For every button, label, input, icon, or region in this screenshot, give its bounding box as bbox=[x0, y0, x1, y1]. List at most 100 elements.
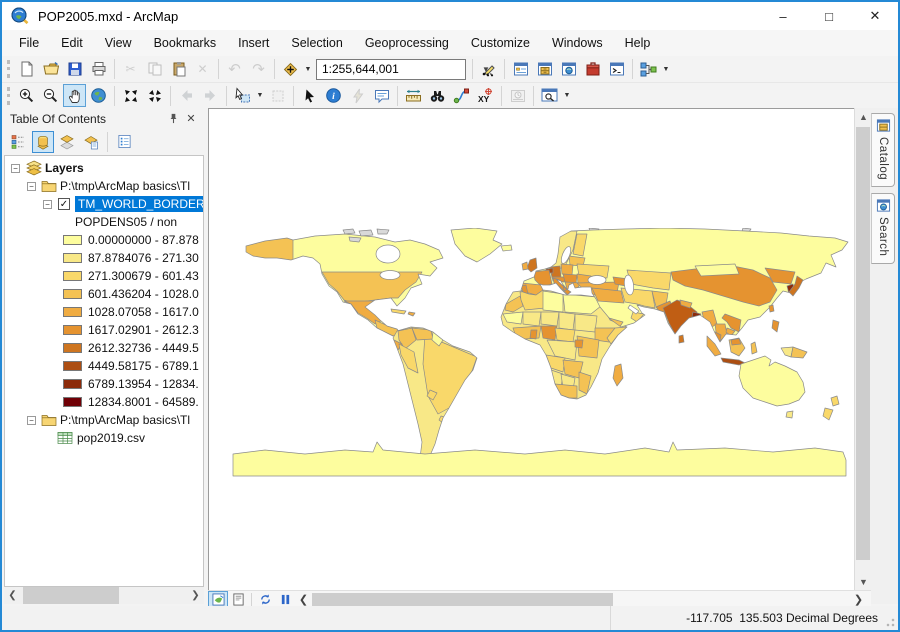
clear-selection-icon[interactable] bbox=[266, 84, 289, 107]
open-folder-icon[interactable] bbox=[39, 58, 62, 81]
zoom-out-icon[interactable] bbox=[39, 84, 62, 107]
redo-icon[interactable]: ↷ bbox=[247, 58, 270, 81]
find-route-icon[interactable] bbox=[450, 84, 473, 107]
add-data-icon[interactable] bbox=[279, 58, 302, 81]
scroll-right-icon[interactable]: ❯ bbox=[187, 587, 204, 604]
forward-icon[interactable] bbox=[199, 84, 222, 107]
editor-pencil-icon[interactable] bbox=[477, 58, 500, 81]
map-canvas[interactable] bbox=[208, 108, 854, 590]
arctoolbox-icon[interactable] bbox=[581, 58, 604, 81]
collapse-expander-icon[interactable]: − bbox=[11, 164, 20, 173]
scroll-thumb[interactable] bbox=[856, 127, 870, 560]
minimize-button[interactable]: – bbox=[760, 2, 806, 30]
hyperlink-icon[interactable] bbox=[346, 84, 369, 107]
menu-customize[interactable]: Customize bbox=[460, 32, 541, 54]
scroll-left-icon[interactable]: ❮ bbox=[4, 587, 21, 604]
fixed-zoom-out-icon[interactable] bbox=[143, 84, 166, 107]
maximize-button[interactable]: □ bbox=[806, 2, 852, 30]
undo-icon[interactable]: ↶ bbox=[223, 58, 246, 81]
identify-icon[interactable]: i bbox=[322, 84, 345, 107]
viewer-window-icon[interactable] bbox=[538, 84, 561, 107]
scroll-thumb[interactable] bbox=[23, 587, 119, 604]
dock-tab-search[interactable]: Search bbox=[871, 193, 895, 263]
collapse-expander-icon[interactable]: − bbox=[27, 182, 36, 191]
menu-edit[interactable]: Edit bbox=[50, 32, 94, 54]
python-window-icon[interactable] bbox=[605, 58, 628, 81]
collapse-expander-icon[interactable]: − bbox=[43, 200, 52, 209]
time-slider-icon[interactable] bbox=[506, 84, 529, 107]
dock-tab-catalog[interactable]: Catalog bbox=[871, 113, 895, 187]
legend-row: 12834.8001 - 64589. bbox=[63, 393, 199, 411]
measure-icon[interactable] bbox=[402, 84, 425, 107]
full-extent-icon[interactable] bbox=[87, 84, 110, 107]
select-elements-icon[interactable] bbox=[298, 84, 321, 107]
legend-row: 601.436204 - 1028.0 bbox=[63, 285, 199, 303]
resize-grip[interactable] bbox=[885, 617, 895, 627]
class-swatch bbox=[63, 325, 82, 335]
scroll-down-icon[interactable]: ▼ bbox=[855, 573, 872, 590]
toolbar-options-chevron[interactable]: ▼ bbox=[661, 58, 671, 81]
close-icon[interactable]: ✕ bbox=[182, 111, 200, 127]
toolbar-grip[interactable] bbox=[7, 60, 12, 78]
layer-label[interactable]: TM_WORLD_BORDER bbox=[75, 196, 204, 212]
scale-combo[interactable]: ▼ bbox=[316, 59, 466, 80]
back-icon[interactable] bbox=[175, 84, 198, 107]
tree-item-group2[interactable]: − P:\tmp\ArcMap basics\Tl bbox=[27, 411, 190, 429]
fixed-zoom-in-icon[interactable] bbox=[119, 84, 142, 107]
list-by-drawing-order-icon[interactable] bbox=[8, 131, 30, 153]
menu-geoprocessing[interactable]: Geoprocessing bbox=[354, 32, 460, 54]
copy-icon[interactable] bbox=[143, 58, 166, 81]
scroll-up-icon[interactable]: ▲ bbox=[855, 108, 872, 125]
new-document-icon[interactable] bbox=[15, 58, 38, 81]
cut-icon[interactable]: ✂ bbox=[119, 58, 142, 81]
save-icon[interactable] bbox=[63, 58, 86, 81]
select-features-icon[interactable] bbox=[231, 84, 254, 107]
tree-item-layer[interactable]: − ✓ TM_WORLD_BORDER bbox=[43, 195, 204, 213]
toc-horizontal-scrollbar[interactable]: ❮ ❯ bbox=[4, 587, 204, 604]
arcmap-app-icon bbox=[10, 6, 30, 26]
dock-tab-strip: Catalog Search bbox=[871, 108, 898, 604]
tree-item-group1[interactable]: − P:\tmp\ArcMap basics\Tl bbox=[27, 177, 190, 195]
collapse-expander-icon[interactable]: − bbox=[27, 416, 36, 425]
list-by-selection-icon[interactable] bbox=[80, 131, 102, 153]
pin-icon[interactable] bbox=[164, 111, 182, 127]
layer-visibility-checkbox[interactable]: ✓ bbox=[58, 198, 70, 210]
coordinate-readout: -117.705 135.503 Decimal Degrees bbox=[610, 606, 898, 630]
add-data-dropdown[interactable]: ▼ bbox=[303, 58, 313, 81]
toolbar-options-chevron[interactable]: ▼ bbox=[562, 84, 572, 107]
toolbar-separator bbox=[632, 59, 633, 79]
table-of-contents-window-icon[interactable] bbox=[509, 58, 532, 81]
menu-selection[interactable]: Selection bbox=[280, 32, 353, 54]
tree-item-table[interactable]: pop2019.csv bbox=[57, 429, 145, 447]
scale-input[interactable] bbox=[317, 62, 482, 76]
menu-bookmarks[interactable]: Bookmarks bbox=[143, 32, 228, 54]
go-to-xy-icon[interactable]: XY bbox=[474, 84, 497, 107]
toc-options-icon[interactable] bbox=[113, 131, 135, 153]
list-by-visibility-icon[interactable] bbox=[56, 131, 78, 153]
legend-row: 6789.13954 - 12834. bbox=[63, 375, 199, 393]
html-popup-icon[interactable] bbox=[370, 84, 393, 107]
pan-icon[interactable] bbox=[63, 84, 86, 107]
print-icon[interactable] bbox=[87, 58, 110, 81]
menu-insert[interactable]: Insert bbox=[227, 32, 280, 54]
close-button[interactable]: ✕ bbox=[852, 2, 898, 30]
menu-windows[interactable]: Windows bbox=[541, 32, 614, 54]
class-label: 12834.8001 - 64589. bbox=[88, 395, 199, 409]
menu-help[interactable]: Help bbox=[614, 32, 662, 54]
find-icon[interactable] bbox=[426, 84, 449, 107]
catalog-window-icon[interactable] bbox=[533, 58, 556, 81]
select-features-dropdown[interactable]: ▼ bbox=[255, 84, 265, 107]
map-vertical-scrollbar[interactable]: ▲ ▼ bbox=[854, 108, 871, 590]
menu-file[interactable]: File bbox=[8, 32, 50, 54]
search-window-icon[interactable] bbox=[557, 58, 580, 81]
paste-icon[interactable] bbox=[167, 58, 190, 81]
svg-text:XY: XY bbox=[478, 94, 490, 104]
menu-view[interactable]: View bbox=[94, 32, 143, 54]
title-bar: POP2005.mxd - ArcMap – □ ✕ bbox=[2, 2, 898, 30]
zoom-in-icon[interactable] bbox=[15, 84, 38, 107]
toolbar-grip[interactable] bbox=[7, 87, 12, 105]
tree-item-layers[interactable]: − Layers bbox=[11, 159, 84, 177]
modelbuilder-icon[interactable] bbox=[637, 58, 660, 81]
list-by-source-icon[interactable] bbox=[32, 131, 54, 153]
delete-icon[interactable]: ✕ bbox=[191, 58, 214, 81]
